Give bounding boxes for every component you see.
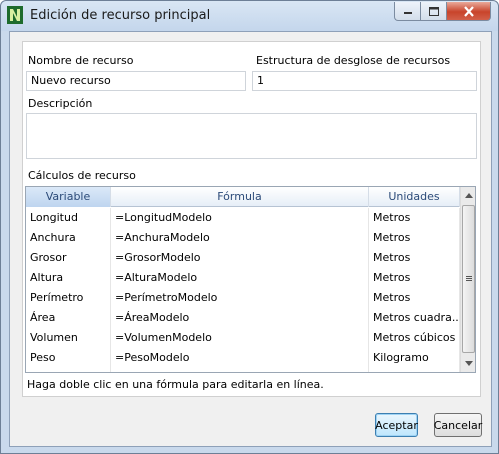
cell-units: Metros cuadra... — [369, 308, 460, 328]
cell-formula[interactable]: =ÁreaModelo — [111, 308, 369, 328]
cell-units: Metros — [369, 248, 460, 268]
cell-formula[interactable]: =GrosorModelo — [111, 248, 369, 268]
cell-units: Metros cúbicos — [369, 328, 460, 348]
minimize-button[interactable] — [394, 2, 421, 21]
cell-formula[interactable]: =LongitudModelo — [111, 208, 369, 228]
calculations-grid: Variable Fórmula Unidades Longitud =Longi… — [25, 186, 476, 373]
cell-variable: Anchura — [26, 228, 111, 248]
window-title: Edición de recurso principal — [30, 8, 211, 23]
cell-formula[interactable]: =VolumenModelo — [111, 328, 369, 348]
app-icon — [7, 6, 23, 24]
vertical-scrollbar[interactable] — [460, 187, 475, 372]
cell-units: Metros — [369, 208, 460, 228]
table-row[interactable]: Perímetro =PerímetroModelo Metros — [26, 288, 460, 308]
table-row[interactable]: Anchura =AnchuraModelo Metros — [26, 228, 460, 248]
resource-name-label: Nombre de recurso — [28, 54, 134, 67]
cell-units: Kilogramo — [369, 348, 460, 368]
resource-name-field[interactable]: Nuevo recurso — [26, 71, 246, 91]
cancel-button[interactable]: Cancelar — [434, 413, 482, 437]
scroll-up-button[interactable] — [461, 187, 475, 204]
hint-text: Haga doble clic en una fórmula para edit… — [27, 378, 324, 391]
dialog-window: Edición de recurso principal Nombre de r… — [0, 0, 499, 454]
table-row[interactable]: Número=1Cada — [26, 368, 460, 372]
column-header-formula[interactable]: Fórmula — [111, 187, 369, 207]
minimize-icon — [403, 12, 412, 14]
table-row[interactable]: Volumen =VolumenModelo Metros cúbicos — [26, 328, 460, 348]
cell-variable: Grosor — [26, 248, 111, 268]
scroll-down-icon — [465, 361, 473, 366]
scroll-thumb[interactable] — [462, 205, 475, 353]
column-header-units[interactable]: Unidades — [369, 187, 460, 207]
wbs-field[interactable]: 1 — [252, 71, 477, 91]
cell-variable: Altura — [26, 268, 111, 288]
cell-units: Metros — [369, 268, 460, 288]
column-header-variable[interactable]: Variable — [26, 187, 111, 207]
cell-variable: Área — [26, 308, 111, 328]
close-button[interactable] — [447, 2, 491, 21]
ok-button[interactable]: Aceptar — [375, 413, 418, 437]
dialog-body: Nombre de recurso Nuevo recurso Estructu… — [9, 31, 492, 447]
cell-variable: Peso — [26, 348, 111, 368]
cell-formula[interactable]: =PerímetroModelo — [111, 288, 369, 308]
scroll-up-icon — [465, 193, 473, 198]
cell-formula[interactable]: =1 — [111, 368, 369, 372]
description-label: Descripción — [28, 97, 93, 110]
table-row[interactable]: Grosor =GrosorModelo Metros — [26, 248, 460, 268]
cell-units: Metros — [369, 288, 460, 308]
maximize-icon — [428, 6, 439, 16]
close-icon — [463, 5, 474, 17]
table-row[interactable]: Área =ÁreaModelo Metros cuadra... — [26, 308, 460, 328]
cell-variable: Volumen — [26, 328, 111, 348]
cell-formula[interactable]: =AlturaModelo — [111, 268, 369, 288]
cell-variable: Número — [26, 368, 111, 372]
cell-variable: Perímetro — [26, 288, 111, 308]
grid-header: Variable Fórmula Unidades — [26, 187, 460, 207]
calculations-label: Cálculos de recurso — [28, 169, 136, 182]
maximize-button[interactable] — [421, 2, 447, 21]
cell-units: Cada — [369, 368, 460, 372]
cell-units: Metros — [369, 228, 460, 248]
cell-variable: Longitud — [26, 208, 111, 228]
title-bar[interactable]: Edición de recurso principal — [1, 1, 498, 31]
cell-formula[interactable]: =PesoModelo — [111, 348, 369, 368]
table-row[interactable]: Peso =PesoModelo Kilogramo — [26, 348, 460, 368]
scroll-down-button[interactable] — [461, 355, 475, 372]
description-field[interactable] — [26, 113, 477, 159]
cell-formula[interactable]: =AnchuraModelo — [111, 228, 369, 248]
table-row[interactable]: Longitud =LongitudModelo Metros — [26, 208, 460, 228]
table-row[interactable]: Altura =AlturaModelo Metros — [26, 268, 460, 288]
wbs-label: Estructura de desglose de recursos — [256, 54, 451, 67]
